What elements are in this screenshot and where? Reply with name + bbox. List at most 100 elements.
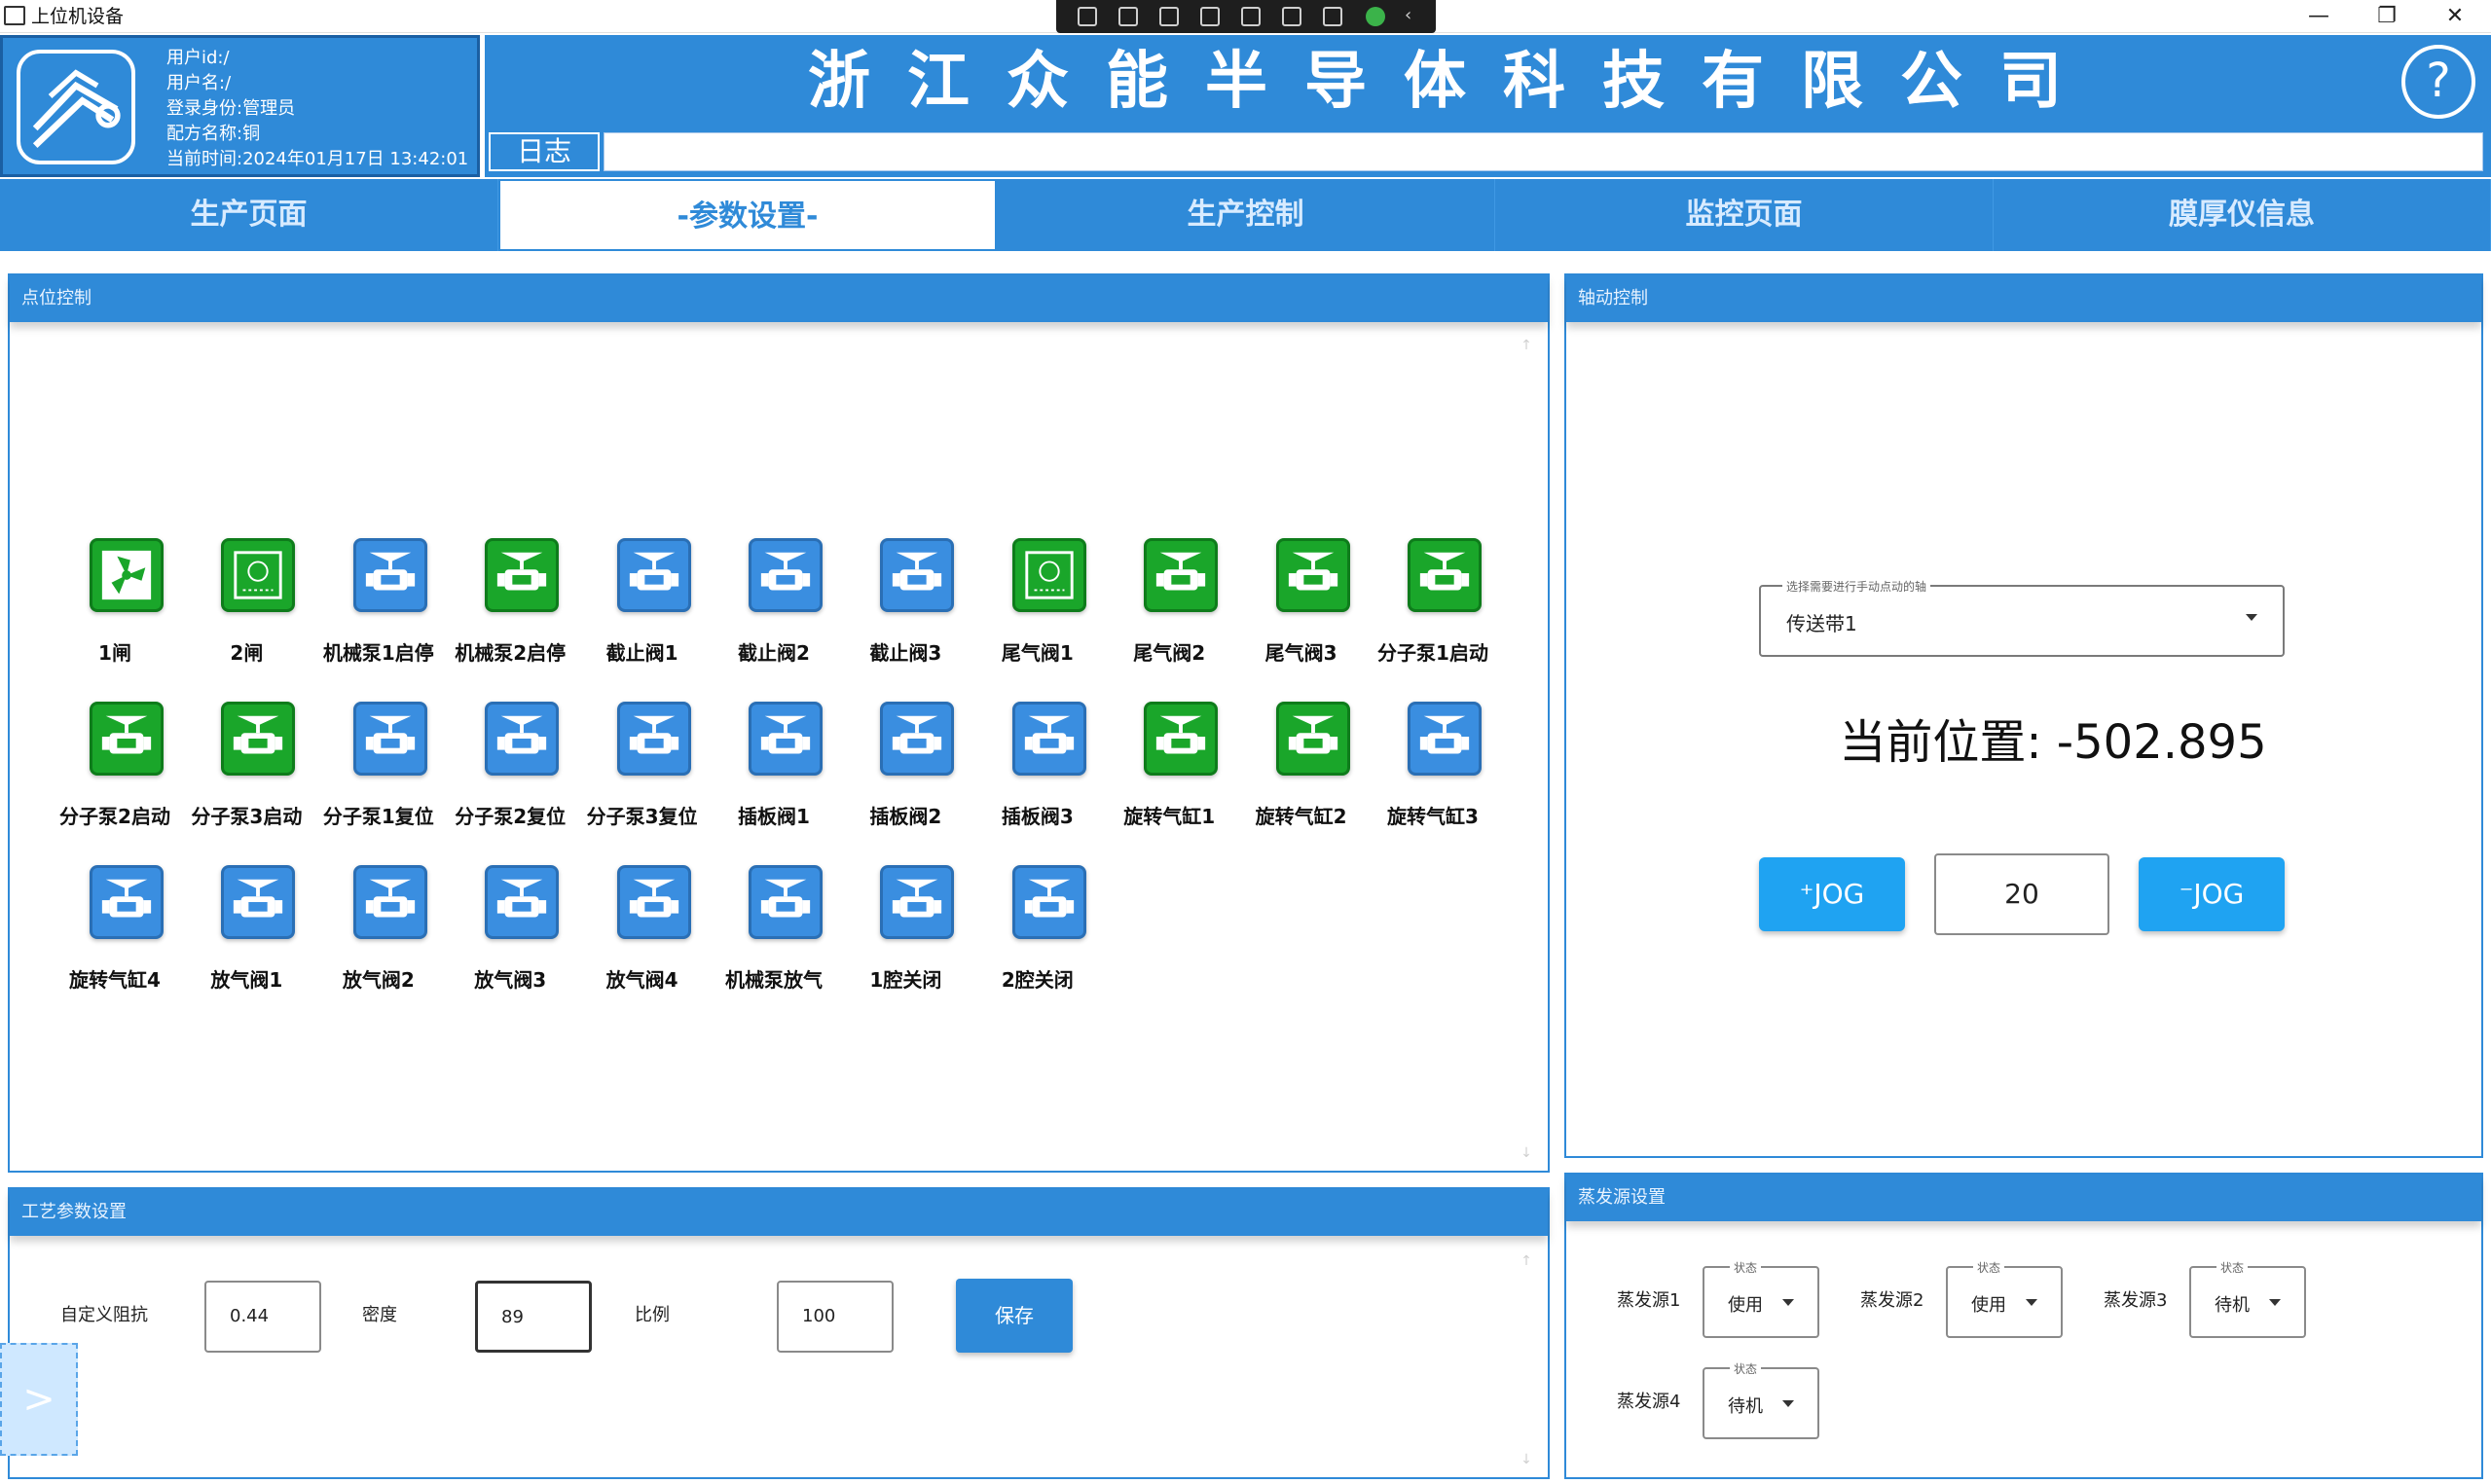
help-button[interactable]: ? [2401, 45, 2475, 119]
valve-icon[interactable] [90, 702, 164, 776]
valve-icon[interactable] [749, 865, 823, 939]
density-input[interactable]: 89 [475, 1281, 592, 1353]
point-item[interactable]: 机械泵放气 [708, 865, 840, 1011]
scroll-down-icon[interactable]: ↓ [1519, 1452, 1534, 1467]
side-drawer-toggle[interactable]: > [0, 1343, 78, 1456]
tab-production-control[interactable]: 生产控制 [997, 179, 1495, 251]
point-item[interactable]: 放气阀1 [180, 865, 312, 1011]
select-element-icon[interactable] [1159, 7, 1179, 26]
point-item[interactable]: 放气阀3 [444, 865, 576, 1011]
valve-icon[interactable] [352, 538, 427, 612]
point-item[interactable]: 机械泵1启停 [312, 538, 445, 684]
valve-icon[interactable] [221, 865, 296, 939]
scroll-down-icon[interactable]: ↓ [1519, 1145, 1534, 1161]
point-item[interactable]: 旋转气缸3 [1367, 702, 1499, 848]
scroll-up-icon[interactable]: ↑ [1519, 338, 1534, 353]
point-item[interactable]: 尾气阀3 [1235, 538, 1368, 684]
valve-icon[interactable] [1011, 865, 1086, 939]
point-item[interactable]: 放气阀2 [312, 865, 445, 1011]
evap-source-3-select[interactable]: 状态 待机 [2189, 1259, 2306, 1338]
restore-button[interactable]: ❐ [2356, 0, 2418, 33]
valve-icon[interactable] [1144, 702, 1219, 776]
log-field[interactable] [604, 132, 2483, 171]
point-label: 放气阀1 [210, 968, 283, 992]
gauge-icon[interactable] [221, 538, 296, 612]
save-button[interactable]: 保存 [956, 1279, 1073, 1353]
evap-source-2-select[interactable]: 状态 使用 [1946, 1259, 2063, 1338]
tab-production[interactable]: 生产页面 [0, 179, 498, 251]
point-item[interactable]: 旋转气缸2 [1235, 702, 1368, 848]
valve-icon[interactable] [1408, 538, 1482, 612]
point-item[interactable]: 分子泵1复位 [312, 702, 445, 848]
check-icon[interactable] [1366, 7, 1385, 26]
minimize-button[interactable]: — [2288, 0, 2350, 33]
point-item[interactable]: 分子泵3启动 [180, 702, 312, 848]
valve-icon[interactable] [880, 865, 955, 939]
point-item[interactable]: 截止阀2 [708, 538, 840, 684]
fan-icon[interactable] [90, 538, 164, 612]
point-item[interactable]: 机械泵2启停 [444, 538, 576, 684]
valve-icon[interactable] [221, 702, 296, 776]
point-item[interactable]: 尾气阀1 [971, 538, 1104, 684]
valve-icon[interactable] [1275, 538, 1350, 612]
jog-step-input[interactable]: 20 [1934, 853, 2109, 935]
point-label: 尾气阀3 [1264, 641, 1337, 665]
jog-minus-button[interactable]: ⁻JOG [2139, 857, 2285, 931]
point-item[interactable]: 分子泵2复位 [444, 702, 576, 848]
point-item[interactable]: 旋转气缸1 [1103, 702, 1235, 848]
valve-icon[interactable] [880, 702, 955, 776]
point-label: 插板阀2 [869, 805, 942, 828]
accessibility-icon[interactable] [1323, 7, 1342, 26]
valve-icon[interactable] [880, 538, 955, 612]
valve-icon[interactable] [485, 538, 560, 612]
point-item[interactable]: 插板阀3 [971, 702, 1104, 848]
scroll-up-icon[interactable]: ↑ [1519, 1253, 1534, 1269]
hot-reload-icon[interactable] [1282, 7, 1301, 26]
impedance-input[interactable]: 0.44 [204, 1281, 321, 1353]
point-item[interactable]: 分子泵3复位 [576, 702, 709, 848]
valve-icon[interactable] [485, 865, 560, 939]
valve-icon[interactable] [90, 865, 164, 939]
valve-icon[interactable] [616, 538, 691, 612]
valve-icon[interactable] [352, 702, 427, 776]
valve-icon[interactable] [616, 702, 691, 776]
point-item[interactable]: 截止阀1 [576, 538, 709, 684]
record-icon[interactable] [1118, 7, 1138, 26]
collapse-icon[interactable]: ‹ [1405, 7, 1424, 26]
point-item[interactable]: 2腔关闭 [971, 865, 1104, 1011]
axis-select[interactable]: 选择需要进行手动点动的轴 传送带1 [1759, 578, 2285, 657]
jog-plus-button[interactable]: ⁺JOG [1759, 857, 1905, 931]
valve-icon[interactable] [1275, 702, 1350, 776]
valve-icon[interactable] [1011, 702, 1086, 776]
ratio-input[interactable]: 100 [777, 1281, 894, 1353]
point-item[interactable]: 1腔关闭 [839, 865, 971, 1011]
valve-icon[interactable] [749, 538, 823, 612]
valve-icon[interactable] [1144, 538, 1219, 612]
point-item[interactable]: 分子泵2启动 [49, 702, 181, 848]
point-item[interactable]: 截止阀3 [839, 538, 971, 684]
evap-source-4-select[interactable]: 状态 待机 [1703, 1360, 1819, 1439]
point-item[interactable]: 插板阀1 [708, 702, 840, 848]
evap-source-1-select[interactable]: 状态 使用 [1703, 1259, 1819, 1338]
valve-icon[interactable] [749, 702, 823, 776]
valve-icon[interactable] [352, 865, 427, 939]
live-tree-icon[interactable] [1078, 7, 1097, 26]
point-item[interactable]: 2闸 [180, 538, 312, 684]
gauge-icon[interactable] [1011, 538, 1086, 612]
point-item[interactable]: 1闸 [49, 538, 181, 684]
point-item[interactable]: 尾气阀2 [1103, 538, 1235, 684]
log-label: 日志 [489, 132, 600, 171]
valve-icon[interactable] [485, 702, 560, 776]
tab-thickness-gauge[interactable]: 膜厚仪信息 [1994, 179, 2491, 251]
tab-parameter-settings[interactable]: -参数设置- [498, 179, 997, 251]
tab-monitoring[interactable]: 监控页面 [1495, 179, 1994, 251]
track-focus-icon[interactable] [1241, 7, 1261, 26]
valve-icon[interactable] [616, 865, 691, 939]
valve-icon[interactable] [1408, 702, 1482, 776]
point-item[interactable]: 分子泵1启动 [1367, 538, 1499, 684]
point-item[interactable]: 旋转气缸4 [49, 865, 181, 1011]
point-item[interactable]: 放气阀4 [576, 865, 709, 1011]
close-button[interactable]: ✕ [2424, 0, 2486, 33]
point-item[interactable]: 插板阀2 [839, 702, 971, 848]
layout-adorner-icon[interactable] [1200, 7, 1220, 26]
